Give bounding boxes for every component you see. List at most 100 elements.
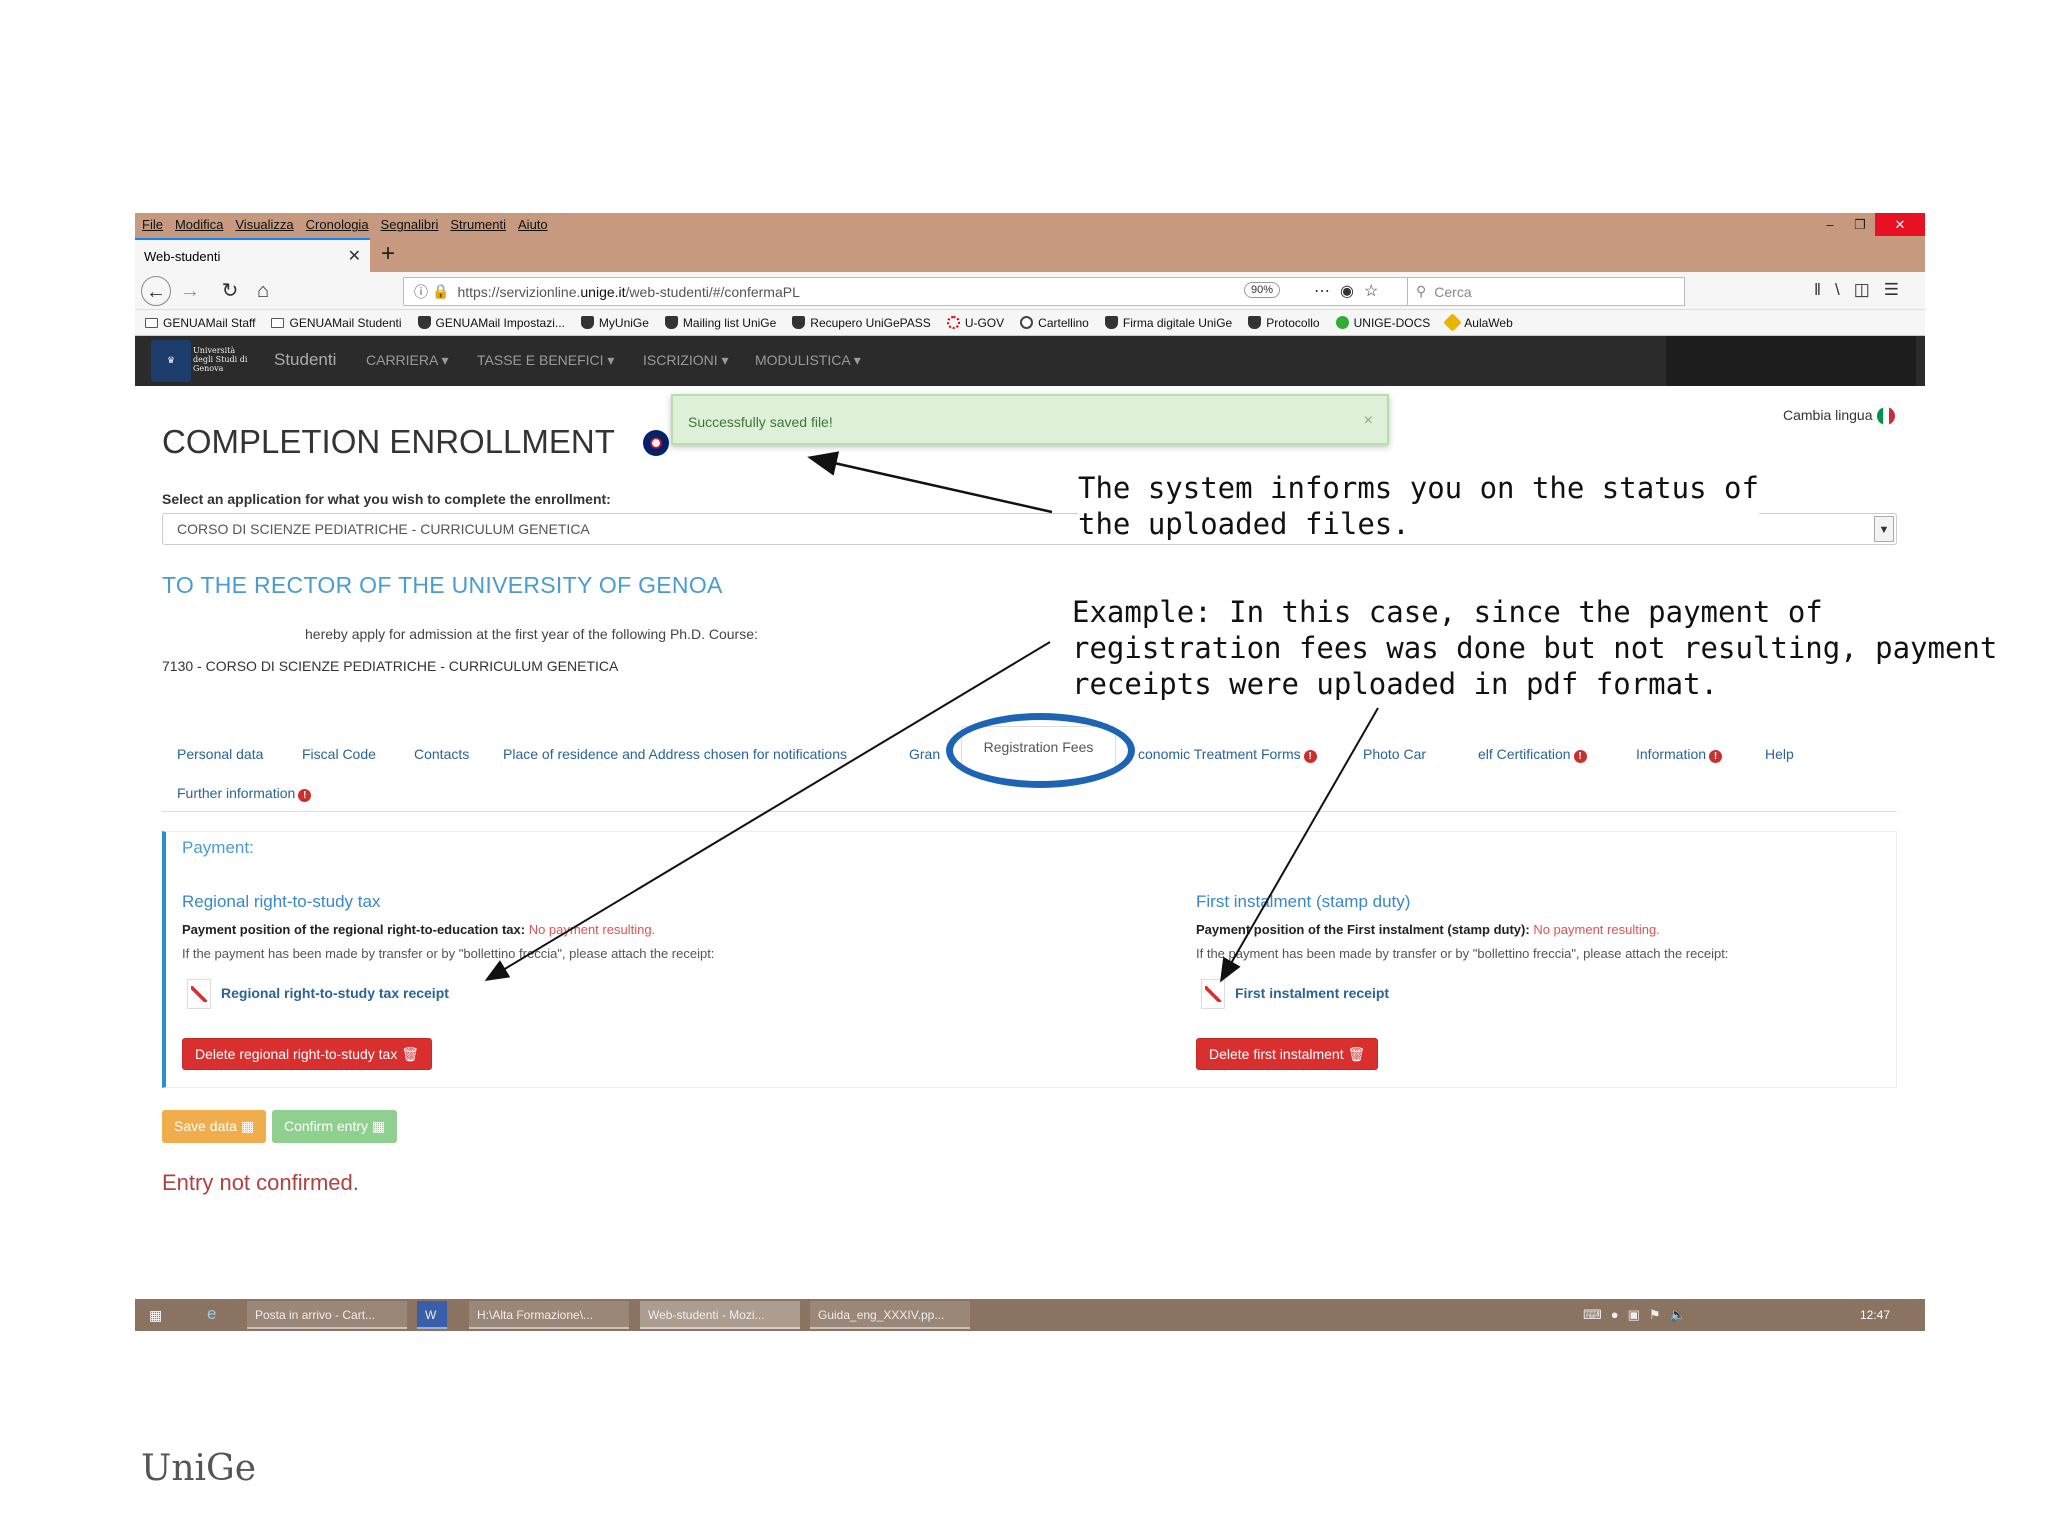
zoom-indicator[interactable]: 90%: [1244, 282, 1281, 298]
taskbar-item[interactable]: Posta in arrivo - Cart...: [247, 1301, 407, 1329]
volume-icon[interactable]: 🔈: [1670, 1307, 1695, 1322]
bookmark-item[interactable]: MyUniGe: [580, 316, 649, 330]
menu-cronologia[interactable]: Cronologia: [306, 217, 369, 232]
menu-segnalibri[interactable]: Segnalibri: [381, 217, 439, 232]
tab-label: Information: [1636, 746, 1707, 762]
ie-icon[interactable]: e: [207, 1304, 216, 1324]
tab-contacts[interactable]: Contacts: [414, 746, 469, 762]
toolbar-right: ‖\◫☰: [1814, 280, 1913, 300]
close-toast-icon[interactable]: ×: [1364, 412, 1373, 430]
tab-photo-card[interactable]: Photo Car: [1363, 746, 1426, 762]
back-arrow-icon[interactable]: ←: [141, 276, 171, 306]
delete-regional-tax-button[interactable]: Delete regional right-to-study tax 🗑: [182, 1038, 432, 1070]
keyboard-icon[interactable]: ⌨: [1583, 1307, 1611, 1322]
search-input[interactable]: ⚲ Cerca: [1407, 277, 1685, 306]
bookmark-item[interactable]: GENUAMail Staff: [145, 316, 255, 330]
university-logo[interactable]: ♛: [151, 340, 191, 382]
tabs-divider: [162, 811, 1897, 812]
star-icon[interactable]: ☆: [1364, 283, 1388, 300]
minimize-icon[interactable]: –: [1815, 213, 1845, 236]
tab-grants[interactable]: Gran: [909, 746, 940, 762]
tab-label: elf Certification: [1478, 746, 1571, 762]
nav-carriera[interactable]: CARRIERA ▾: [366, 352, 449, 369]
taskbar-item[interactable]: H:\Alta Formazione\...: [469, 1301, 629, 1329]
taskbar-item[interactable]: Web-studenti - Mozi...: [640, 1301, 800, 1329]
bookmark-label: GENUAMail Staff: [163, 315, 256, 330]
button-label: Delete regional right-to-study tax: [195, 1046, 398, 1062]
pdf-icon[interactable]: [1201, 979, 1225, 1009]
tray-icon[interactable]: ●: [1611, 1307, 1628, 1322]
bookmark-item[interactable]: Mailing list UniGe: [664, 316, 776, 330]
tab-fiscal-code[interactable]: Fiscal Code: [302, 746, 376, 762]
new-tab-button[interactable]: +: [381, 240, 395, 268]
bookmark-item[interactable]: Firma digitale UniGe: [1104, 316, 1232, 330]
word-icon[interactable]: W: [417, 1301, 447, 1329]
menu-strumenti[interactable]: Strumenti: [450, 217, 506, 232]
first-instalment-title: First instalment (stamp duty): [1196, 892, 1411, 911]
menu-modifica[interactable]: Modifica: [175, 217, 223, 232]
tab-self-certification[interactable]: elf Certification!: [1478, 746, 1587, 763]
close-tab-icon[interactable]: ✕: [348, 246, 361, 266]
url-bar[interactable]: ⓘ 🔒 https://servizionline. unige.it/web-s…: [403, 277, 1418, 306]
confirm-entry-button[interactable]: Confirm entry ▦: [272, 1110, 398, 1143]
bookmark-label: GENUAMail Impostazi...: [435, 315, 565, 330]
close-window-icon[interactable]: ✕: [1875, 213, 1925, 236]
flag-icon[interactable]: ⚑: [1649, 1307, 1670, 1322]
bookmark-item[interactable]: UNIGE-DOCS: [1335, 316, 1430, 330]
tab-information[interactable]: Information!: [1636, 746, 1723, 763]
tab-residence[interactable]: Place of residence and Address chosen fo…: [503, 746, 847, 762]
nav-modulistica[interactable]: MODULISTICA ▾: [755, 352, 861, 369]
tab-help[interactable]: Help: [1765, 746, 1794, 762]
browser-tab[interactable]: Web-studenti ✕: [135, 238, 370, 272]
tab-label: Further information: [177, 785, 296, 801]
nav-tasse[interactable]: TASSE E BENEFICI ▾: [477, 352, 614, 369]
bookmark-item[interactable]: AulaWeb: [1443, 313, 1513, 332]
bookmark-item[interactable]: Cartellino: [1020, 316, 1089, 330]
italian-flag-icon[interactable]: [1877, 407, 1895, 425]
bookmark-item[interactable]: U-GOV: [946, 316, 1004, 330]
reload-icon[interactable]: ↻: [215, 276, 245, 306]
regional-attach-note: If the payment has been made by transfer…: [182, 946, 715, 961]
more-icon[interactable]: ⋯: [1314, 283, 1340, 300]
pocket-icon[interactable]: ◉: [1340, 283, 1364, 300]
forward-arrow-icon[interactable]: →: [175, 276, 205, 306]
bookmark-item[interactable]: GENUAMail Studenti: [271, 315, 402, 330]
restore-icon[interactable]: ❐: [1845, 213, 1875, 236]
delete-first-instalment-button[interactable]: Delete first instalment 🗑: [1196, 1038, 1379, 1070]
library-icon[interactable]: ‖\: [1814, 280, 1854, 299]
toast-message: Successfully saved file!: [688, 414, 833, 430]
taskbar-label: Web-studenti - Mozi...: [648, 1308, 765, 1322]
bookmark-label: GENUAMail Studenti: [289, 315, 402, 330]
first-receipt-link[interactable]: First instalment receipt: [1235, 985, 1389, 1001]
taskbar-item[interactable]: Guida_eng_XXXIV.pp...: [810, 1301, 970, 1329]
shield-icon: [1104, 316, 1118, 329]
sidebar-icon[interactable]: ◫: [1854, 280, 1884, 299]
change-language-link[interactable]: Cambia lingua: [1783, 407, 1873, 423]
network-icon[interactable]: ▣: [1628, 1307, 1649, 1322]
menu-visualizza[interactable]: Visualizza: [235, 217, 293, 232]
shield-icon: [417, 316, 431, 329]
bookmark-label: Protocollo: [1266, 315, 1320, 330]
tab-further-information[interactable]: Further information!: [177, 785, 312, 802]
windows-start-icon[interactable]: ▦: [149, 1307, 162, 1324]
callout-line: the uploaded files.: [1078, 507, 1410, 541]
info-icon[interactable]: ⓘ: [414, 282, 428, 302]
tab-personal-data[interactable]: Personal data: [177, 746, 263, 762]
hamburger-menu-icon[interactable]: ☰: [1884, 280, 1913, 299]
trash-icon: 🗑: [401, 1046, 419, 1062]
nav-brand[interactable]: Studenti: [274, 350, 336, 370]
save-data-button[interactable]: Save data ▦: [162, 1110, 267, 1143]
callout-line: receipts were uploaded in pdf format.: [1072, 667, 1719, 701]
nav-iscrizioni[interactable]: ISCRIZIONI ▾: [643, 352, 729, 369]
home-icon[interactable]: ⌂: [248, 276, 278, 306]
bookmark-item[interactable]: Protocollo: [1248, 315, 1320, 330]
tab-economic-treatment[interactable]: conomic Treatment Forms!: [1138, 746, 1317, 763]
bookmark-item[interactable]: Recupero UniGePASS: [792, 316, 931, 330]
menu-aiuto[interactable]: Aiuto: [518, 217, 548, 232]
select-value: CORSO DI SCIENZE PEDIATRICHE - CURRICULU…: [177, 521, 590, 537]
pdf-icon[interactable]: [187, 979, 211, 1009]
chevron-down-icon[interactable]: ▼: [1874, 516, 1894, 542]
menu-file[interactable]: File: [142, 217, 163, 232]
regional-receipt-link[interactable]: Regional right-to-study tax receipt: [221, 985, 449, 1001]
bookmark-item[interactable]: GENUAMail Impostazi...: [417, 315, 565, 330]
